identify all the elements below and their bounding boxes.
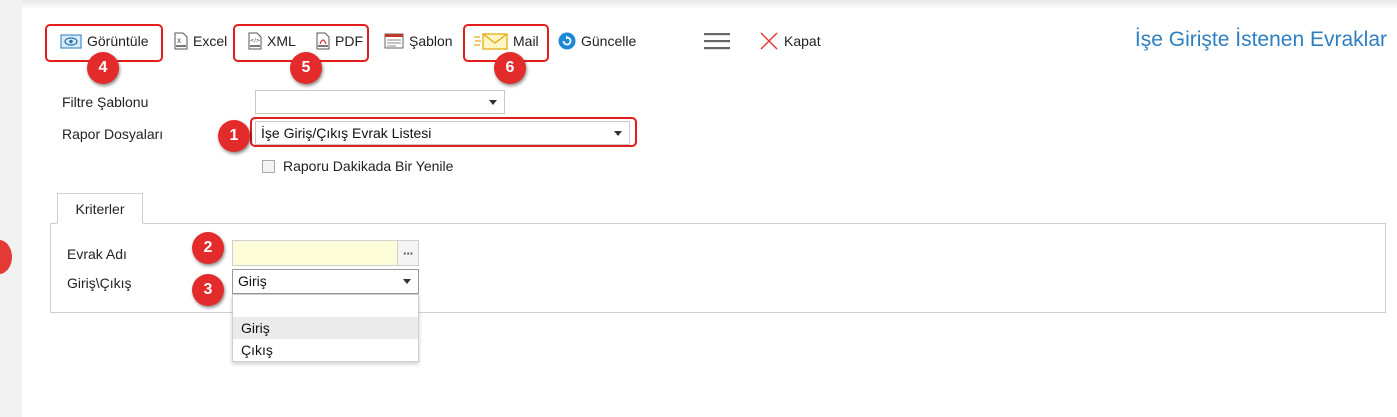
refresh-button[interactable]: Güncelle xyxy=(558,32,636,50)
left-strip xyxy=(0,0,22,417)
document-name-input[interactable] xyxy=(232,240,398,266)
page-title: İşe Girişte İstenen Evraklar xyxy=(1134,28,1387,51)
document-name-label: Evrak Adı xyxy=(67,246,127,262)
dropdown-option-cikis[interactable]: Çıkış xyxy=(233,339,418,361)
template-label: Şablon xyxy=(409,33,453,49)
template-button[interactable]: Şablon xyxy=(384,32,453,50)
lookup-button[interactable]: ··· xyxy=(397,240,419,266)
entry-exit-label: Giriş\Çıkış xyxy=(67,275,132,291)
annotation-badge-2: 2 xyxy=(192,232,224,264)
close-button[interactable]: Kapat xyxy=(759,32,821,50)
excel-label: Excel xyxy=(193,33,228,49)
entry-exit-dropdown: Giriş Çıkış xyxy=(232,294,419,362)
dropdown-option-giris[interactable]: Giriş xyxy=(233,317,418,339)
annotation-badge-1: 1 xyxy=(218,120,250,152)
chevron-down-icon xyxy=(489,100,497,105)
refresh-label: Güncelle xyxy=(581,33,637,49)
annotation-badge-4: 4 xyxy=(87,52,119,84)
auto-refresh-label: Raporu Dakikada Bir Yenile xyxy=(283,158,454,174)
excel-file-icon: X xyxy=(174,32,188,50)
close-label: Kapat xyxy=(784,33,821,49)
highlight-report-files xyxy=(250,117,637,147)
dropdown-option-empty[interactable] xyxy=(233,295,418,317)
annotation-badge-6: 6 xyxy=(494,52,526,84)
svg-text:X: X xyxy=(177,38,181,45)
chevron-down-icon xyxy=(403,279,411,284)
ellipsis-icon: ··· xyxy=(403,245,414,261)
excel-button[interactable]: X Excel xyxy=(174,32,227,50)
tab-criteria-label: Kriterler xyxy=(75,200,125,217)
menu-button[interactable] xyxy=(704,32,730,50)
toolbar: Görüntüle X Excel </> XML PDF Şablon Mai… xyxy=(22,8,1397,70)
auto-refresh-checkbox[interactable] xyxy=(262,160,275,173)
filter-template-select[interactable] xyxy=(255,90,505,114)
entry-exit-select[interactable]: Giriş xyxy=(232,269,419,294)
filter-template-label: Filtre Şablonu xyxy=(62,94,149,110)
close-icon xyxy=(759,32,779,50)
entry-exit-value: Giriş xyxy=(238,273,267,289)
annotation-badge-5: 5 xyxy=(290,52,322,84)
top-shadow xyxy=(22,0,1397,8)
tab-criteria[interactable]: Kriterler xyxy=(57,193,143,224)
refresh-icon xyxy=(558,32,576,50)
template-icon xyxy=(384,33,404,49)
hamburger-icon xyxy=(704,32,730,50)
annotation-badge-3: 3 xyxy=(192,274,224,306)
report-files-label: Rapor Dosyaları xyxy=(62,126,164,142)
